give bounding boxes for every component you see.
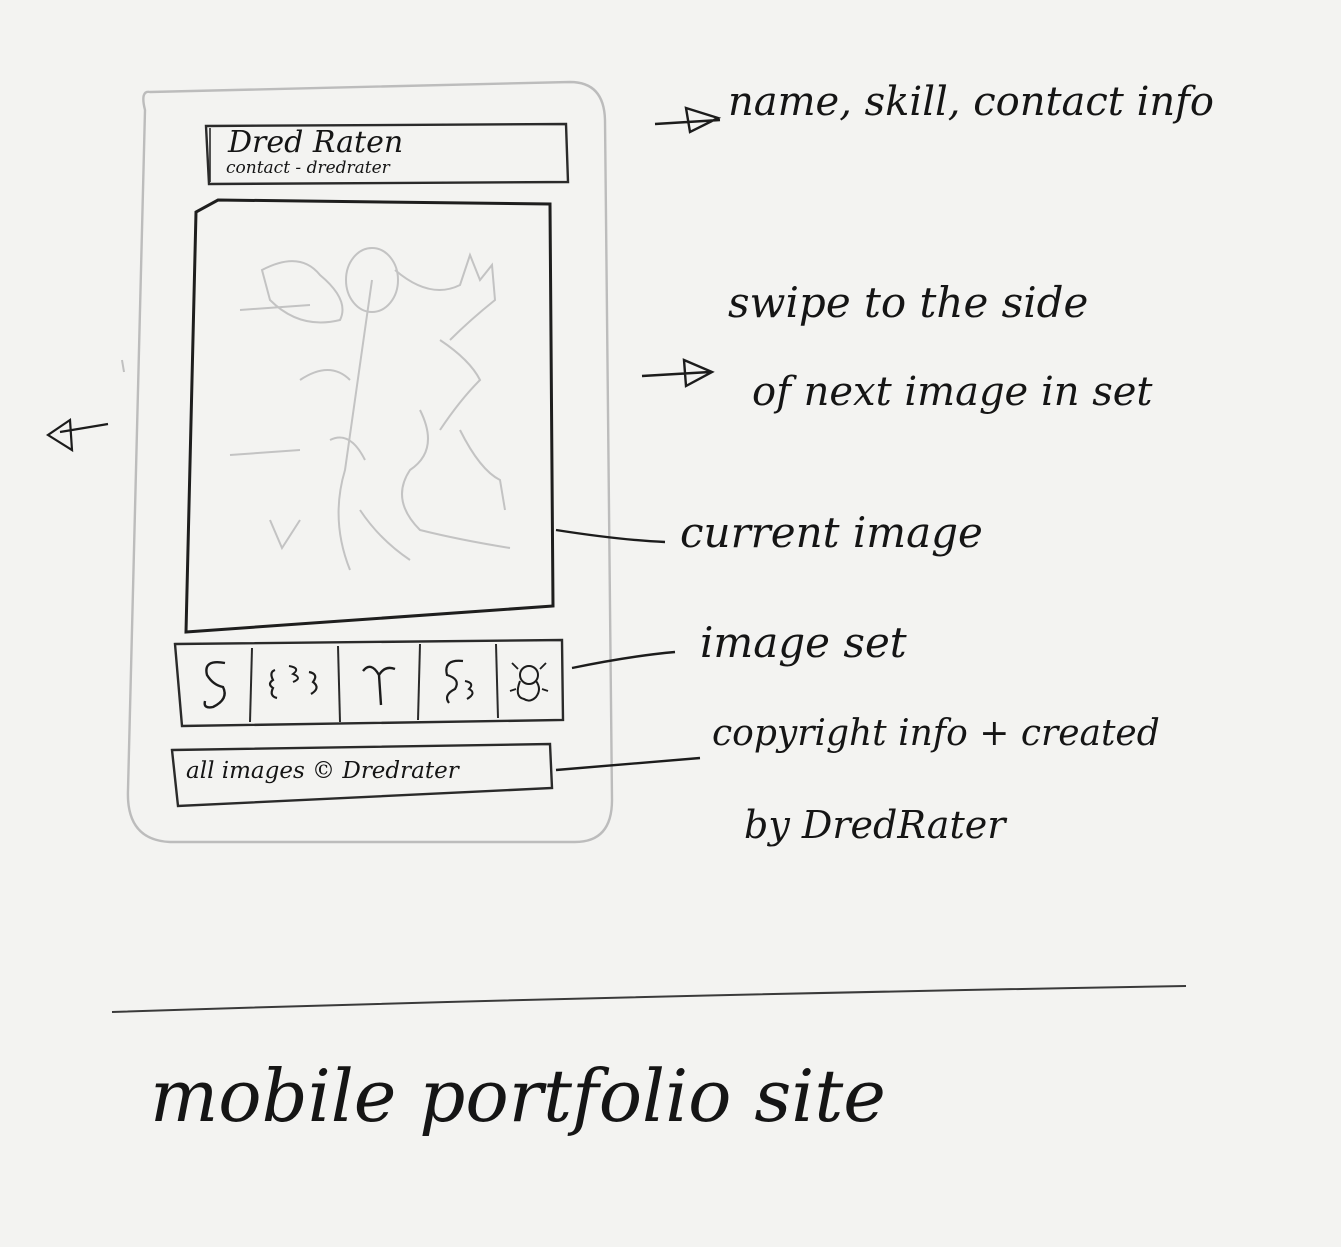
arrow-right-icon bbox=[641, 358, 715, 388]
scribble-icon bbox=[445, 659, 474, 704]
page-caption: mobile portfolio site bbox=[150, 1054, 886, 1138]
copyright-annotation-line2: by DredRater bbox=[744, 803, 1006, 847]
current-image-annotation: current image bbox=[680, 508, 983, 557]
bug-icon bbox=[509, 662, 549, 702]
brackets-icon bbox=[268, 665, 318, 700]
gamma-icon bbox=[362, 665, 396, 706]
swipe-annotation-line1: swipe to the side bbox=[728, 278, 1089, 327]
artist-name: Dred Raten bbox=[228, 125, 404, 160]
image-set-annotation: image set bbox=[700, 618, 907, 667]
thumbnail-5[interactable] bbox=[498, 646, 560, 718]
squiggle-icon bbox=[203, 661, 226, 709]
artist-contact: contact - dredrater bbox=[226, 158, 390, 178]
image-set-leader bbox=[571, 650, 676, 670]
arrow-right-icon bbox=[654, 106, 722, 134]
thumbnail-3[interactable] bbox=[340, 648, 418, 722]
swipe-annotation-line2: of next image in set bbox=[752, 369, 1153, 415]
thumbnail-4[interactable] bbox=[420, 646, 496, 720]
footer-copyright: all images © Dredrater bbox=[186, 758, 459, 784]
artwork-sketch bbox=[229, 247, 511, 571]
thumbnail-2[interactable] bbox=[252, 648, 338, 722]
phone-frame bbox=[126, 80, 614, 844]
copyright-leader bbox=[555, 756, 701, 772]
thumbnail-1[interactable] bbox=[180, 648, 250, 722]
arrow-left-icon bbox=[45, 418, 109, 453]
header-annotation: name, skill, contact info bbox=[728, 79, 1215, 125]
copyright-annotation-line1: copyright info + created bbox=[712, 713, 1160, 754]
current-image-frame bbox=[184, 198, 555, 634]
divider-line bbox=[111, 985, 1187, 1013]
